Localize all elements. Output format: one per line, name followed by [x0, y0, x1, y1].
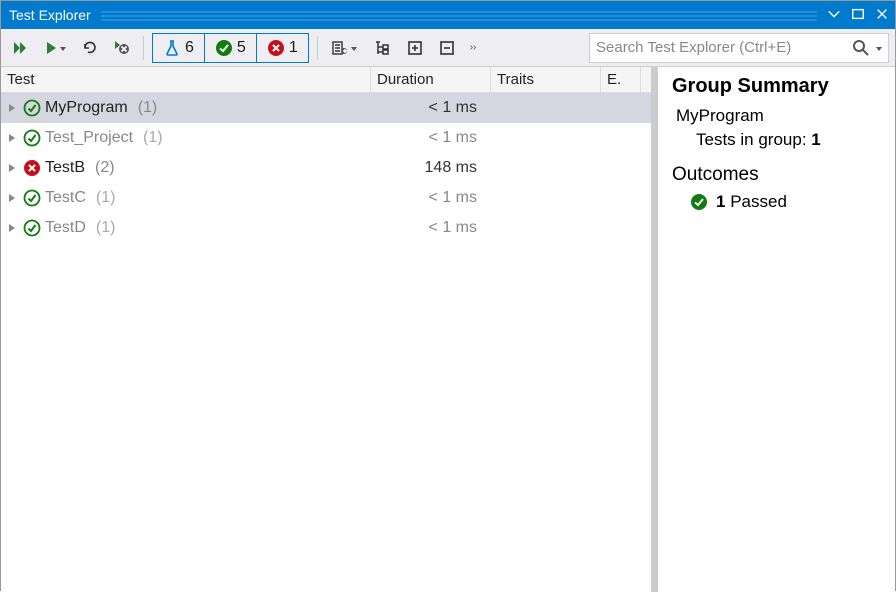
group-by-button[interactable] — [368, 34, 396, 62]
test-row[interactable]: MyProgram (1) < 1 ms — [1, 93, 651, 123]
test-duration: < 1 ms — [371, 129, 491, 147]
search-input[interactable] — [596, 39, 848, 56]
summary-outcomes-heading: Outcomes — [672, 164, 881, 186]
expand-icon[interactable] — [9, 104, 15, 112]
expand-icon[interactable] — [9, 134, 15, 142]
run-all-button[interactable] — [7, 34, 33, 62]
pass-icon — [215, 39, 233, 57]
column-test[interactable]: Test — [1, 67, 371, 92]
pass-icon — [23, 189, 41, 207]
counter-total-value: 6 — [185, 39, 194, 57]
search-icon[interactable] — [852, 39, 870, 57]
test-row[interactable]: TestC (1) < 1 ms — [1, 183, 651, 213]
counter-passed-value: 5 — [237, 39, 246, 57]
flask-icon — [163, 39, 181, 57]
counter-failed[interactable]: 1 — [257, 34, 308, 62]
test-duration: 148 ms — [371, 159, 491, 177]
outcome-row: 1 Passed — [690, 192, 881, 212]
repeat-run-button[interactable] — [77, 34, 103, 62]
maximize-icon[interactable] — [851, 7, 865, 24]
expand-icon[interactable] — [9, 224, 15, 232]
dropdown-icon[interactable] — [827, 7, 841, 24]
outcome-count: 1 — [716, 192, 725, 211]
test-rows: MyProgram(1)< 1 msTest_Project(1)< 1 msT… — [1, 93, 651, 592]
pass-icon — [690, 193, 708, 211]
expand-all-button[interactable] — [402, 34, 428, 62]
test-name: TestD — [45, 219, 86, 237]
toolbar: 6 5 1 ›› — [1, 29, 895, 67]
expand-icon[interactable] — [9, 164, 15, 172]
test-list-panel: Test Duration Traits E. MyProgram (1) < 1 … — [1, 67, 651, 592]
collapse-all-button[interactable] — [434, 34, 460, 62]
test-row[interactable]: TestB (2) 148 ms — [1, 153, 651, 183]
window-title: Test Explorer — [7, 7, 91, 23]
toolbar-overflow-icon[interactable]: ›› — [466, 45, 481, 51]
column-duration[interactable]: Duration — [371, 67, 491, 92]
test-count: (1) — [96, 219, 116, 237]
test-count: (1) — [96, 189, 116, 207]
test-duration: < 1 ms — [371, 189, 491, 207]
test-name: TestB — [45, 159, 85, 177]
pass-icon — [23, 99, 41, 117]
outcome-text: 1 Passed — [716, 192, 787, 212]
title-pattern — [101, 9, 817, 21]
main-area: Test Duration Traits E. MyProgram (1) < 1 … — [1, 67, 895, 592]
summary-tests-in-group: Tests in group: 1 — [696, 130, 881, 150]
run-failed-button[interactable] — [109, 34, 135, 62]
search-box[interactable] — [589, 33, 889, 63]
window-buttons — [827, 7, 889, 24]
counter-total[interactable]: 6 — [153, 34, 205, 62]
test-count: (1) — [143, 129, 163, 147]
summary-tests-count: 1 — [811, 130, 820, 149]
counter-passed[interactable]: 5 — [205, 34, 257, 62]
close-icon[interactable] — [875, 7, 889, 24]
summary-panel: Group Summary MyProgram Tests in group: … — [657, 67, 895, 592]
test-name: MyProgram — [45, 99, 128, 117]
counter-failed-value: 1 — [289, 39, 298, 57]
test-duration: < 1 ms — [371, 99, 491, 117]
column-headers: Test Duration Traits E. — [1, 67, 651, 93]
test-duration: < 1 ms — [371, 219, 491, 237]
title-bar: Test Explorer — [1, 1, 895, 29]
test-name: TestC — [45, 189, 86, 207]
test-name: Test_Project — [45, 129, 133, 147]
summary-heading: Group Summary — [672, 75, 881, 98]
playlist-button[interactable] — [326, 34, 362, 62]
fail-icon — [23, 159, 41, 177]
fail-icon — [267, 39, 285, 57]
test-count: (2) — [95, 159, 115, 177]
test-row[interactable]: TestD (1) < 1 ms — [1, 213, 651, 243]
summary-group-name: MyProgram — [676, 106, 881, 126]
pass-icon — [23, 219, 41, 237]
search-dropdown-icon[interactable] — [876, 47, 882, 51]
separator — [317, 36, 318, 60]
separator — [143, 36, 144, 60]
run-button[interactable] — [39, 34, 71, 62]
expand-icon[interactable] — [9, 194, 15, 202]
outcome-label: Passed — [730, 192, 787, 211]
test-counters: 6 5 1 — [152, 33, 309, 63]
pass-icon — [23, 129, 41, 147]
summary-tests-label: Tests in group: — [696, 130, 807, 149]
test-row[interactable]: Test_Project (1) < 1 ms — [1, 123, 651, 153]
test-count: (1) — [138, 99, 158, 117]
column-error[interactable]: E. — [601, 67, 641, 92]
column-traits[interactable]: Traits — [491, 67, 601, 92]
